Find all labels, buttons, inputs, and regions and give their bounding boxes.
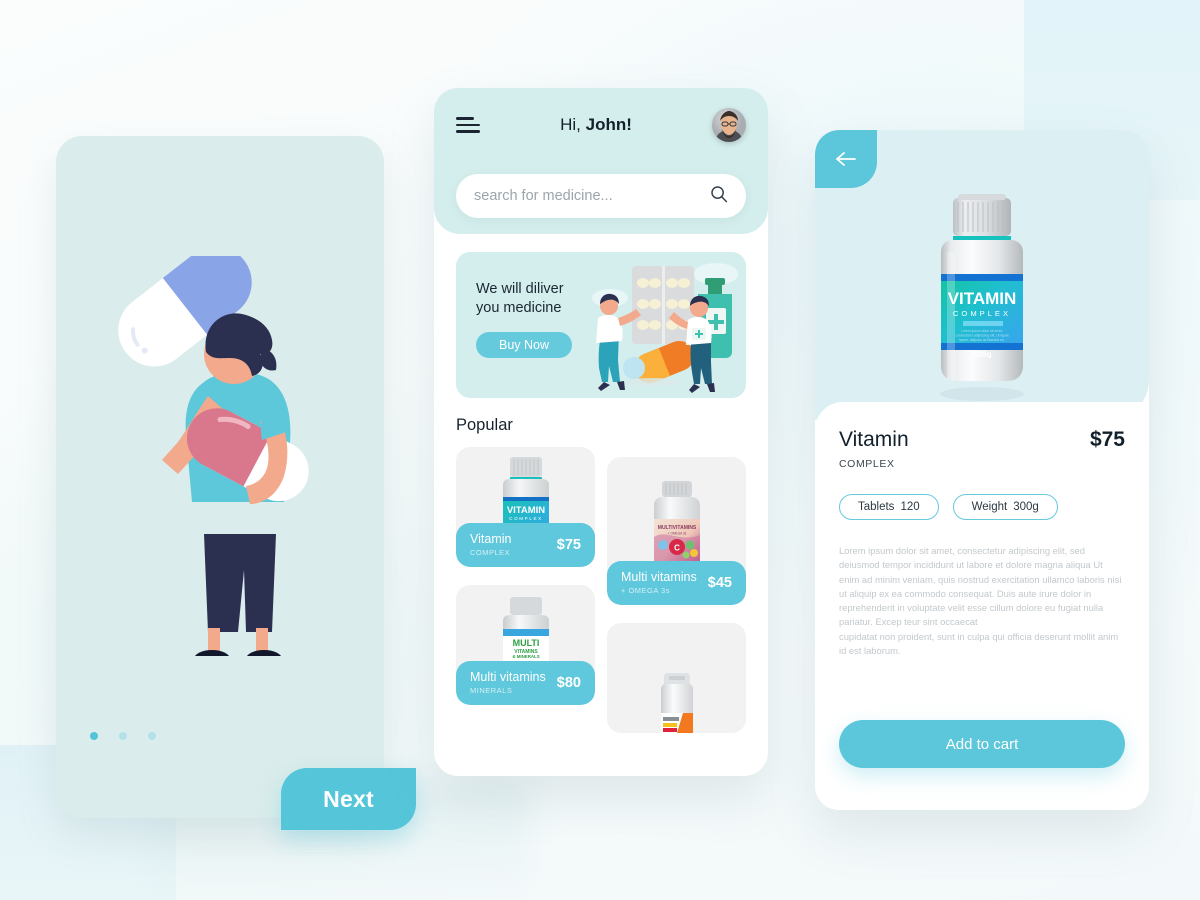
svg-text:VITAMIN: VITAMIN — [506, 505, 544, 516]
woman-holding-capsules-illustration — [56, 246, 384, 668]
onboarding-pager-dots[interactable] — [90, 732, 156, 740]
search-icon[interactable] — [710, 185, 728, 208]
search-input[interactable] — [474, 188, 710, 204]
detail-product-price: $75 — [1089, 428, 1125, 451]
product-card-vitamin-complex[interactable]: VITAMIN COMPLEX 300g Vitamin COMPLEX $75 — [456, 447, 595, 567]
product-card-orange-supplement[interactable] — [607, 623, 746, 733]
svg-text:300g: 300g — [972, 349, 991, 359]
detail-description-paragraph-2: cupidatat non proident, sunt in culpa qu… — [839, 630, 1119, 657]
svg-text:MULTIVITAMINS: MULTIVITAMINS — [657, 525, 696, 531]
detail-description-paragraph-1: Lorem ipsum dolor sit amet, consectetur … — [839, 545, 1122, 628]
user-avatar[interactable] — [712, 108, 746, 142]
detail-title-row: Vitamin COMPLEX $75 — [839, 428, 1125, 470]
svg-text:+ OMEGA 3s: + OMEGA 3s — [667, 532, 686, 536]
chip-weight[interactable]: Weight 300g — [952, 494, 1058, 520]
home-topbar: Hi, John! — [456, 88, 746, 142]
product-column-left: VITAMIN COMPLEX 300g Vitamin COMPLEX $75 — [456, 447, 595, 705]
svg-text:MULTI: MULTI — [512, 638, 539, 648]
product-name: Multi vitamins — [470, 669, 546, 684]
detail-product-subtitle: COMPLEX — [839, 458, 895, 470]
product-column-right: MULTIVITAMINS + OMEGA 3s C Multi vitamin… — [607, 447, 746, 733]
search-bar[interactable] — [456, 174, 746, 218]
product-name: Multi vitamins — [621, 569, 697, 584]
product-card-footer: Multi vitamins + OMEGA 3s $45 — [607, 561, 746, 605]
svg-text:COMPLEX: COMPLEX — [509, 516, 543, 521]
product-name-block: Multi vitamins + OMEGA 3s — [621, 569, 697, 596]
buy-now-button[interactable]: Buy Now — [476, 332, 572, 359]
add-to-cart-button[interactable]: Add to cart — [839, 720, 1125, 768]
arrow-left-icon[interactable] — [815, 130, 877, 188]
detail-hero: VITAMIN COMPLEX Lorem ipsum dolor sit am… — [815, 130, 1149, 420]
product-name-block: Multi vitamins MINERALS — [470, 669, 546, 696]
menu-line-3 — [456, 130, 480, 133]
product-card-footer: Vitamin COMPLEX $75 — [456, 523, 595, 567]
detail-body: Vitamin COMPLEX $75 Tablets 120 Weight 3… — [815, 402, 1149, 810]
pager-dot-3[interactable] — [148, 732, 156, 740]
popular-heading: Popular — [456, 416, 513, 434]
product-card-multivitamins-minerals[interactable]: MULTI VITAMINS & MINERALS A B D — [456, 585, 595, 705]
svg-text:consectetur adipiscing elit, U: consectetur adipiscing elit, Ut ligula — [956, 334, 1009, 338]
detail-description: Lorem ipsum dolor sit amet, consectetur … — [839, 544, 1125, 658]
home-body: We will diliver you medicine Buy Now Pop… — [434, 234, 768, 733]
svg-text:VITAMIN: VITAMIN — [948, 289, 1017, 308]
onboarding-panel: Next — [56, 136, 416, 830]
product-name: Vitamin — [470, 531, 512, 546]
orange-supplement-bottle-thumb — [607, 623, 746, 733]
svg-text:ipsum, aliquam ac blandus eu.: ipsum, aliquam ac blandus eu. — [959, 338, 1005, 342]
greeting-prefix: Hi, — [560, 115, 586, 134]
home-screen: Hi, John! search for medicine... We will… — [434, 88, 768, 776]
product-subtitle: + OMEGA 3s — [621, 586, 670, 596]
product-price: $75 — [556, 537, 581, 553]
spec-chips: Tablets 120 Weight 300g — [839, 494, 1125, 520]
detail-name-block: Vitamin COMPLEX — [839, 428, 909, 470]
svg-text:C: C — [674, 544, 680, 553]
product-subtitle: MINERALS — [470, 686, 513, 696]
pager-dot-2[interactable] — [119, 732, 127, 740]
product-price: $45 — [707, 575, 732, 591]
greeting-name: John! — [585, 115, 632, 134]
product-grid: VITAMIN COMPLEX 300g Vitamin COMPLEX $75 — [456, 447, 746, 733]
chip-tablets[interactable]: Tablets 120 — [839, 494, 939, 520]
vitamin-complex-hero-bottle: VITAMIN COMPLEX Lorem ipsum dolor sit am… — [923, 182, 1041, 409]
svg-text:& MINERALS: & MINERALS — [512, 654, 539, 659]
product-detail-screen: VITAMIN COMPLEX Lorem ipsum dolor sit am… — [815, 130, 1149, 810]
hamburger-menu-icon[interactable] — [456, 117, 480, 133]
chip-tablets-label: Tablets — [858, 501, 895, 513]
product-card-footer: Multi vitamins MINERALS $80 — [456, 661, 595, 705]
menu-line-2 — [456, 123, 480, 127]
svg-text:Lorem ipsum dolor sit amet,: Lorem ipsum dolor sit amet, — [961, 329, 1003, 333]
chip-weight-value: 300g — [1013, 501, 1039, 513]
menu-line-1 — [456, 117, 474, 120]
home-header: Hi, John! — [434, 88, 768, 234]
greeting-text: Hi, John! — [560, 115, 632, 135]
pager-dot-1[interactable] — [90, 732, 98, 740]
svg-text:COMPLEX: COMPLEX — [953, 309, 1011, 318]
chip-weight-label: Weight — [971, 501, 1008, 513]
product-name-block: Vitamin COMPLEX — [470, 531, 512, 558]
promo-title-line-2: you medicine — [476, 300, 562, 317]
detail-product-title: Vitamin — [839, 428, 909, 451]
product-subtitle: COMPLEX — [470, 548, 511, 558]
next-button[interactable]: Next — [281, 768, 416, 830]
pharmacists-with-medicine-illustration — [574, 256, 744, 396]
promo-title-line-1: We will diliver — [476, 281, 564, 297]
product-price: $80 — [556, 675, 581, 691]
chip-tablets-value: 120 — [900, 501, 920, 513]
product-card-multivitamins-omega[interactable]: MULTIVITAMINS + OMEGA 3s C Multi vitamin… — [607, 457, 746, 605]
promo-banner[interactable]: We will diliver you medicine Buy Now — [456, 252, 746, 398]
